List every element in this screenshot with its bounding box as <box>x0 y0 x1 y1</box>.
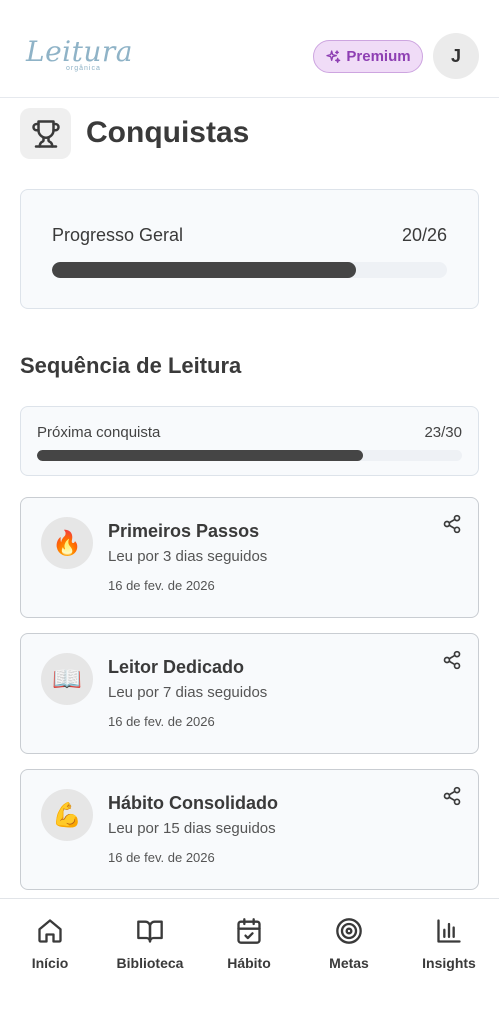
next-achievement-bar <box>37 450 462 461</box>
sparkles-icon <box>326 49 341 63</box>
achievement-description: Leu por 3 dias seguidos <box>108 548 268 565</box>
page-title: Conquistas <box>86 116 250 149</box>
next-achievement-count: 23/30 <box>424 424 462 441</box>
section-title: Sequência de Leitura <box>20 353 242 378</box>
achievement-description: Leu por 15 dias seguidos <box>108 820 276 837</box>
overall-progress-bar <box>52 262 447 278</box>
achievement-title: Hábito Consolidado <box>108 793 278 813</box>
trophy-icon <box>20 108 71 159</box>
bottom-navigation: Início Biblioteca Hábito Metas Insights <box>0 898 499 1024</box>
achievement-date: 16 de fev. de 2026 <box>108 578 215 593</box>
achievement-title: Leitor Dedicado <box>108 657 245 677</box>
logo-text: Leitura <box>26 35 133 68</box>
nav-item-metas[interactable]: Metas <box>299 917 399 971</box>
nav-item-habito[interactable]: Hábito <box>199 917 299 971</box>
share-icon[interactable] <box>442 650 462 670</box>
achievement-card[interactable]: 🔥 Primeiros Passos Leu por 3 dias seguid… <box>20 497 479 618</box>
next-achievement-fill <box>37 450 363 461</box>
achievement-title: Primeiros Passos <box>108 521 260 541</box>
nav-label: Início <box>31 955 69 971</box>
premium-button[interactable]: Premium <box>313 40 423 73</box>
achievement-card[interactable]: 📖 Leitor Dedicado Leu por 7 dias seguido… <box>20 633 479 754</box>
user-avatar[interactable]: J <box>433 33 479 79</box>
overall-progress-card: Progresso Geral 20/26 <box>20 189 479 309</box>
muscle-icon: 💪 <box>41 789 93 841</box>
app-logo[interactable]: Leitura orgânica <box>26 35 133 76</box>
share-icon[interactable] <box>442 786 462 806</box>
achievement-date: 16 de fev. de 2026 <box>108 714 215 729</box>
overall-progress-fill <box>52 262 356 278</box>
premium-label: Premium <box>346 48 411 65</box>
nav-label: Insights <box>422 955 476 971</box>
calendar-check-icon <box>237 918 261 944</box>
fire-icon: 🔥 <box>41 517 93 569</box>
nav-label: Biblioteca <box>116 955 184 971</box>
logo-subtext: orgânica <box>66 65 101 72</box>
book-open-icon <box>137 920 163 943</box>
achievement-date: 16 de fev. de 2026 <box>108 850 215 865</box>
overall-progress-count: 20/26 <box>401 225 447 245</box>
nav-item-biblioteca[interactable]: Biblioteca <box>100 917 200 971</box>
nav-label: Hábito <box>227 955 271 971</box>
home-icon <box>38 919 62 943</box>
nav-label: Metas <box>329 955 369 971</box>
share-icon[interactable] <box>442 514 462 534</box>
bar-chart-icon <box>437 919 461 943</box>
overall-progress-label: Progresso Geral <box>52 225 184 245</box>
book-icon: 📖 <box>41 653 93 705</box>
nav-item-inicio[interactable]: Início <box>0 917 100 971</box>
app-header: Leitura orgânica Premium J <box>0 0 499 98</box>
achievement-card[interactable]: 💪 Hábito Consolidado Leu por 15 dias seg… <box>20 769 479 890</box>
next-achievement-label: Próxima conquista <box>37 424 161 441</box>
achievement-description: Leu por 7 dias seguidos <box>108 684 268 701</box>
nav-item-insights[interactable]: Insights <box>399 917 499 971</box>
target-icon <box>336 918 362 944</box>
next-achievement-card: Próxima conquista 23/30 <box>20 406 479 476</box>
